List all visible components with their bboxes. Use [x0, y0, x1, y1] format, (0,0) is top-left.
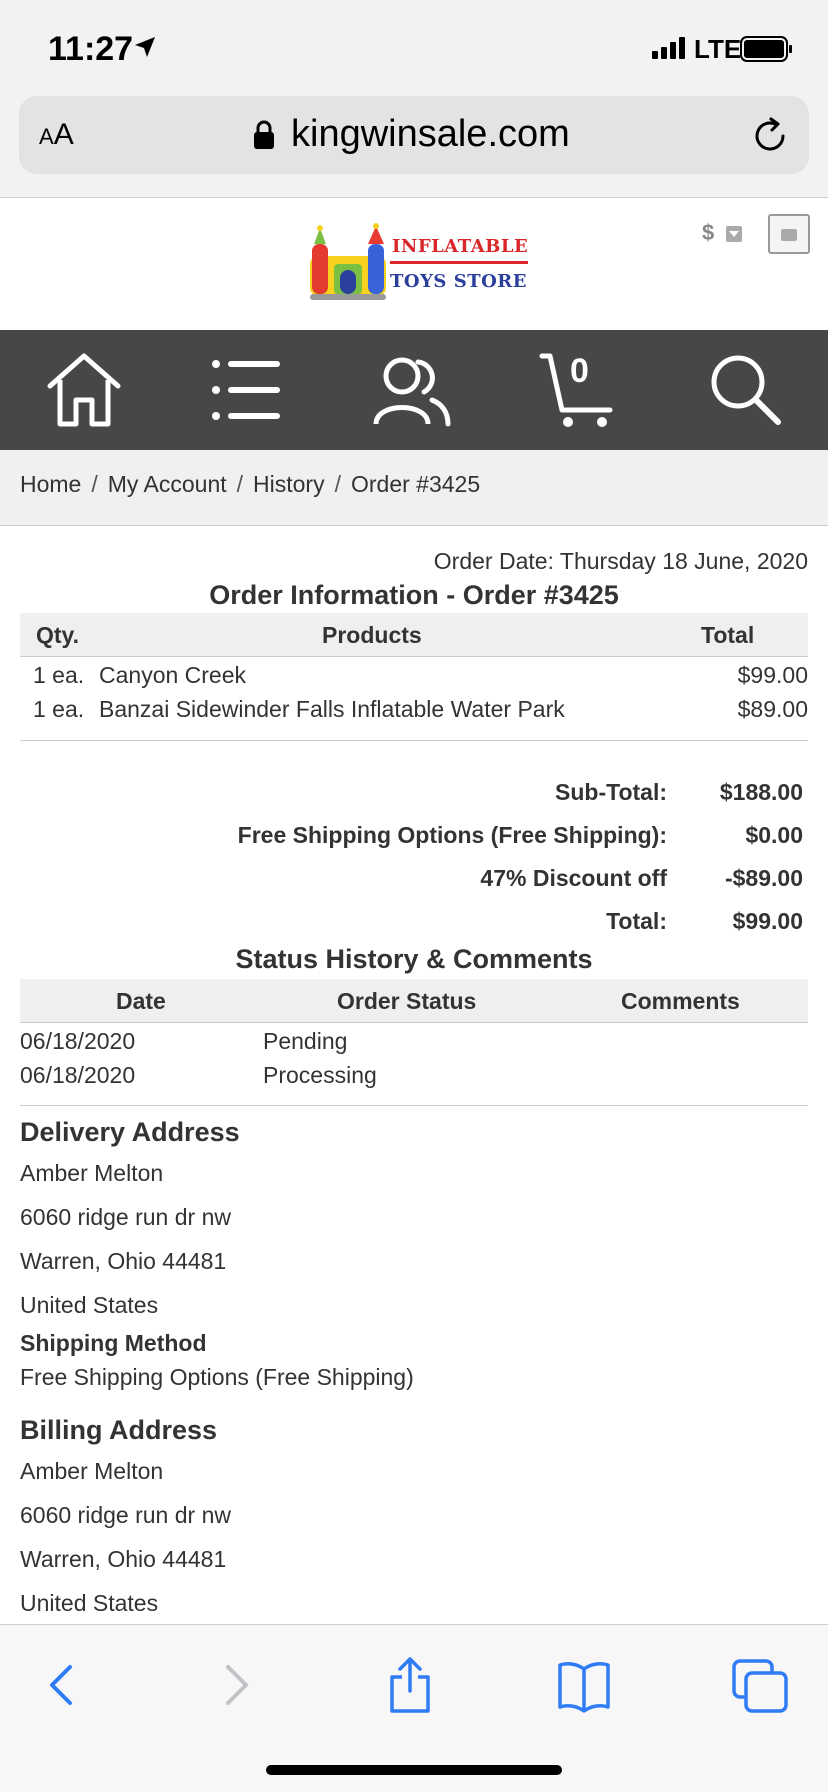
date-column-header: Date	[116, 988, 166, 1014]
store-logo[interactable]: INFLATABLE TOYS STORE	[306, 222, 530, 304]
logo-divider	[390, 261, 528, 264]
billing-country: United States	[20, 1590, 159, 1616]
order-title: Order Information - Order #3425	[209, 580, 619, 610]
browser-address-area: AA kingwinsale.com	[0, 96, 828, 198]
delivery-name: Amber Melton	[20, 1160, 164, 1186]
location-arrow-icon	[135, 37, 155, 57]
status-history-title: Status History & Comments	[235, 944, 593, 974]
discount-value: -$89.00	[724, 865, 803, 891]
delivery-street: 6060 ridge run dr nw	[20, 1204, 231, 1230]
comments-column-header: Comments	[621, 988, 740, 1014]
account-icon[interactable]	[372, 350, 452, 430]
browser-toolbar	[0, 1624, 828, 1792]
product-qty: 1 ea.	[33, 662, 85, 688]
lock-icon	[254, 120, 274, 149]
network-type: LTE	[694, 34, 742, 64]
breadcrumb-my-account[interactable]: My Account	[108, 471, 227, 497]
divider	[20, 740, 808, 741]
breadcrumb-separator: /	[91, 471, 98, 497]
discount-label: 47% Discount off	[480, 865, 667, 891]
main-nav: 0	[0, 330, 828, 450]
divider	[20, 1105, 808, 1106]
product-name[interactable]: Banzai Sidewinder Falls Inflatable Water…	[99, 696, 565, 723]
products-column-header: Products	[322, 622, 422, 648]
status-date: 06/18/2020	[20, 1062, 136, 1088]
reload-icon[interactable]	[753, 116, 789, 154]
delivery-address-heading: Delivery Address	[20, 1117, 240, 1147]
status-table-header: Date Order Status Comments	[20, 979, 808, 1023]
total-value: $99.00	[732, 908, 803, 934]
forward-icon[interactable]	[206, 1655, 266, 1715]
order-status-column-header: Order Status	[337, 988, 477, 1014]
site-header: INFLATABLE TOYS STORE $	[0, 198, 828, 330]
shipping-method: Free Shipping Options (Free Shipping)	[20, 1364, 414, 1390]
qty-column-header: Qty.	[36, 622, 80, 648]
delivery-country: United States	[20, 1292, 159, 1318]
currency-dropdown-icon[interactable]	[726, 226, 742, 242]
billing-street: 6060 ridge run dr nw	[20, 1502, 231, 1528]
home-indicator	[266, 1765, 562, 1775]
shipping-value: $0.00	[745, 822, 803, 848]
logo-text-inflatable: INFLATABLE	[392, 236, 529, 257]
billing-address-heading: Billing Address	[20, 1415, 218, 1445]
delivery-city: Warren, Ohio 44481	[20, 1248, 227, 1274]
tabs-icon[interactable]	[730, 1655, 790, 1715]
product-name[interactable]: Canyon Creek	[99, 662, 246, 689]
shipping-label: Free Shipping Options (Free Shipping):	[237, 822, 667, 848]
subtotal-value: $188.00	[719, 779, 803, 805]
cart-count-badge[interactable]: 0	[570, 352, 589, 391]
billing-city: Warren, Ohio 44481	[20, 1546, 227, 1572]
product-qty: 1 ea.	[33, 696, 85, 722]
battery-icon	[740, 36, 792, 62]
subtotal-label: Sub-Total:	[555, 779, 667, 805]
home-icon[interactable]	[44, 350, 124, 430]
url-text[interactable]: kingwinsale.com	[291, 113, 570, 156]
text-size-button[interactable]: AA	[39, 118, 74, 152]
breadcrumb-order[interactable]: Order #3425	[351, 471, 480, 497]
breadcrumb-history[interactable]: History	[253, 471, 325, 497]
currency-selector[interactable]: $	[702, 220, 714, 246]
address-bar[interactable]: AA kingwinsale.com	[19, 96, 809, 174]
breadcrumb-separator: /	[334, 471, 341, 497]
logo-text-toys-store: TOYS STORE	[390, 271, 527, 292]
billing-name: Amber Melton	[20, 1458, 164, 1484]
status-bar: 11:27 LTE	[0, 0, 828, 96]
shipping-method-heading: Shipping Method	[20, 1330, 207, 1356]
back-icon[interactable]	[32, 1655, 92, 1715]
bookmarks-icon[interactable]	[554, 1655, 614, 1715]
bounce-house-icon	[310, 223, 386, 300]
clock: 11:27	[48, 30, 134, 68]
breadcrumb-separator: /	[236, 471, 244, 497]
share-icon[interactable]	[380, 1655, 440, 1715]
language-dropdown[interactable]	[768, 214, 810, 254]
search-icon[interactable]	[706, 350, 786, 430]
menu-icon[interactable]	[206, 350, 286, 430]
product-total: $99.00	[737, 662, 808, 688]
status-date: 06/18/2020	[20, 1028, 136, 1054]
breadcrumb-home[interactable]: Home	[20, 471, 81, 497]
signal-icon	[652, 37, 685, 59]
status-value: Pending	[263, 1028, 348, 1054]
products-table-header: Qty. Products Total	[20, 613, 808, 657]
order-date: Order Date: Thursday 18 June, 2020	[433, 548, 808, 574]
total-label: Total:	[606, 908, 667, 934]
breadcrumb: Home / My Account / History / Order #3425	[0, 450, 828, 526]
total-column-header: Total	[701, 622, 755, 648]
product-total: $89.00	[737, 696, 808, 722]
status-value: Processing	[263, 1062, 377, 1088]
